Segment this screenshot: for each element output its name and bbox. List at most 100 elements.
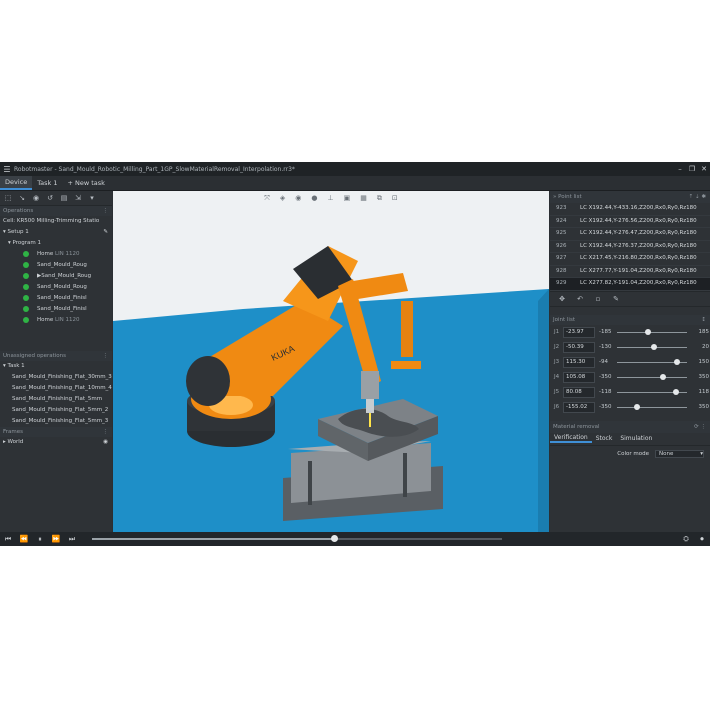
more-icon[interactable]: ⋮: [103, 351, 109, 361]
joint-slider-handle[interactable]: [633, 403, 640, 410]
eye-icon[interactable]: ◉: [295, 194, 301, 202]
joint-slider[interactable]: [617, 358, 687, 365]
minimize-icon[interactable]: –: [674, 165, 686, 173]
step-back-icon[interactable]: ⏪: [16, 535, 32, 543]
document-icon[interactable]: ▤: [60, 194, 68, 202]
undo-icon[interactable]: ↶: [576, 295, 584, 303]
axis-icon[interactable]: ⊥: [327, 194, 333, 202]
unassigned-op[interactable]: Sand_Mould_Finishing_Flat_30mm_3: [0, 372, 112, 383]
joint-label: J4: [554, 374, 560, 380]
delete-icon[interactable]: ▫: [594, 295, 602, 303]
title-bar: ☰ Robotmaster - Sand_Mould_Robotic_Milli…: [0, 162, 710, 176]
sort-icon[interactable]: ↕: [701, 315, 706, 325]
playback-handle[interactable]: [330, 535, 338, 542]
tab-task-1[interactable]: Task 1: [32, 176, 62, 190]
point-row[interactable]: 924 LC X192.44,Y-276.56,Z200,Rx0,Ry0,Rz18…: [550, 216, 710, 228]
shading-icon[interactable]: ●: [311, 194, 317, 202]
point-row[interactable]: 923 LC X192.44,Y-433.16,Z200,Rx0,Ry0,Rz18…: [550, 203, 710, 216]
skip-start-icon[interactable]: ⏮: [0, 535, 16, 544]
operation-row[interactable]: Home LIN 1120: [0, 315, 112, 326]
new-task-button[interactable]: + New task: [62, 176, 109, 190]
view-cube-icon[interactable]: ◈: [280, 194, 285, 202]
playback-timeline[interactable]: [92, 535, 502, 542]
joint-slider-handle[interactable]: [651, 343, 658, 350]
tab-simulation[interactable]: Simulation: [616, 435, 656, 442]
new-task-label: New task: [75, 179, 105, 187]
program-item[interactable]: ▾ Program 1: [0, 238, 112, 249]
tab-stock[interactable]: Stock: [592, 435, 617, 442]
pencil-icon[interactable]: ✎: [612, 295, 620, 303]
pause-icon[interactable]: ⏸: [32, 535, 48, 544]
task-item[interactable]: ▾ Task 1: [0, 361, 112, 372]
joint-slider-handle[interactable]: [659, 373, 666, 380]
skip-end-icon[interactable]: ⏭: [64, 535, 80, 544]
world-frame-item[interactable]: ▸ World ◉: [0, 437, 112, 448]
joint-value-field[interactable]: 115.30: [563, 356, 595, 368]
setup-item[interactable]: ▾ Setup 1 ✎: [0, 227, 112, 238]
unassigned-op[interactable]: Sand_Mould_Finishing_Flat_5mm: [0, 394, 112, 405]
path-icon[interactable]: ↘: [18, 194, 26, 202]
restore-icon[interactable]: ❐: [686, 165, 698, 173]
fit-view-icon[interactable]: ⊡: [392, 194, 398, 202]
color-mode-select[interactable]: None ▾: [655, 449, 704, 458]
more-icon[interactable]: ⋮: [103, 206, 109, 216]
frame-view-icon[interactable]: ▣: [344, 194, 351, 202]
joint-slider[interactable]: [617, 328, 687, 335]
operation-row[interactable]: ▶Sand_Mould_Roug: [0, 271, 112, 282]
operation-row[interactable]: Sand_Mould_Roug: [0, 282, 112, 293]
close-icon[interactable]: ✕: [698, 165, 710, 173]
cell-item[interactable]: Cell: KR500 Milling-Trimming Statio: [0, 216, 112, 227]
operation-row[interactable]: Sand_Mould_Finisl: [0, 293, 112, 304]
joint-slider[interactable]: [617, 388, 687, 395]
joint-row: J6 -155.02 -350 350: [550, 400, 710, 415]
point-row[interactable]: 927 LC X217.45,Y-216.80,Z200,Rx0,Ry0,Rz18…: [550, 253, 710, 266]
grid-icon[interactable]: ▦: [360, 194, 367, 202]
visibility-icon[interactable]: ◉: [103, 437, 108, 448]
download-icon[interactable]: ⇣: [695, 194, 700, 200]
frame-icon[interactable]: ⬚: [4, 194, 12, 202]
joint-slider[interactable]: [617, 403, 687, 410]
joint-value-field[interactable]: 80.08: [563, 386, 595, 398]
point-row-selected[interactable]: 929 LC X277.82,Y-191.04,Z200,Rx0,Ry0,Rz18…: [550, 278, 710, 291]
step-forward-icon[interactable]: ⏩: [48, 535, 64, 543]
upload-icon[interactable]: ⇡: [689, 194, 694, 200]
camera-icon[interactable]: ⧉: [377, 194, 382, 203]
tab-verification[interactable]: Verification: [550, 434, 592, 443]
record-icon[interactable]: ⏺: [694, 535, 710, 544]
settings-gear-icon[interactable]: ✱: [701, 194, 706, 200]
operation-row[interactable]: Sand_Mould_Roug: [0, 260, 112, 271]
hamburger-menu-icon[interactable]: ☰: [0, 165, 14, 174]
point-row[interactable]: 928 LC X277.77,Y-191.04,Z200,Rx0,Ry0,Rz18…: [550, 266, 710, 278]
target-icon[interactable]: ◉: [32, 194, 40, 202]
joint-slider[interactable]: [617, 343, 687, 350]
unassigned-op[interactable]: Sand_Mould_Finishing_Flat_5mm_2: [0, 405, 112, 416]
joint-value-field[interactable]: -23.97: [563, 326, 595, 338]
unassigned-op[interactable]: Sand_Mould_Finishing_Flat_5mm_3: [0, 416, 112, 427]
joint-min: -185: [599, 329, 612, 335]
rotate-icon[interactable]: ↺: [46, 194, 54, 202]
3d-viewport[interactable]: KUKA ⤧ ◈ ◉ ● ⊥ ▣ ▦ ⧉ ⊡: [113, 191, 549, 532]
more-icon[interactable]: ⋮: [103, 427, 109, 437]
move-icon[interactable]: ✥: [558, 295, 566, 303]
refresh-icon[interactable]: ⟳: [694, 424, 699, 430]
joint-slider[interactable]: [617, 373, 687, 380]
status-ok-icon: [23, 272, 29, 279]
edit-pencil-icon[interactable]: ✎: [103, 227, 108, 238]
tab-device[interactable]: Device: [0, 176, 33, 190]
more-icon[interactable]: ⋮: [701, 424, 707, 430]
unassigned-op[interactable]: Sand_Mould_Finishing_Flat_10mm_4: [0, 383, 112, 394]
joint-slider-handle[interactable]: [644, 328, 651, 335]
export-icon[interactable]: ⇲: [74, 194, 82, 202]
dropdown-chevron-icon[interactable]: ▾: [88, 194, 96, 202]
point-row[interactable]: 926 LC X192.44,Y-276.37,Z200,Rx0,Ry0,Rz18…: [550, 241, 710, 253]
joint-value-field[interactable]: 105.08: [563, 371, 595, 383]
measure-icon[interactable]: ⤧: [264, 194, 270, 203]
joint-value-field[interactable]: -155.02: [563, 401, 595, 413]
speed-icon[interactable]: ⛭: [678, 535, 694, 544]
point-row[interactable]: 925 LC X192.44,Y-276.47,Z200,Rx0,Ry0,Rz18…: [550, 228, 710, 241]
operation-row[interactable]: Sand_Mould_Finisl: [0, 304, 112, 315]
joint-value-field[interactable]: -50.39: [563, 341, 595, 353]
joint-slider-handle[interactable]: [674, 358, 681, 365]
joint-slider-handle[interactable]: [672, 388, 679, 395]
operation-row[interactable]: Home LIN 1120: [0, 249, 112, 260]
